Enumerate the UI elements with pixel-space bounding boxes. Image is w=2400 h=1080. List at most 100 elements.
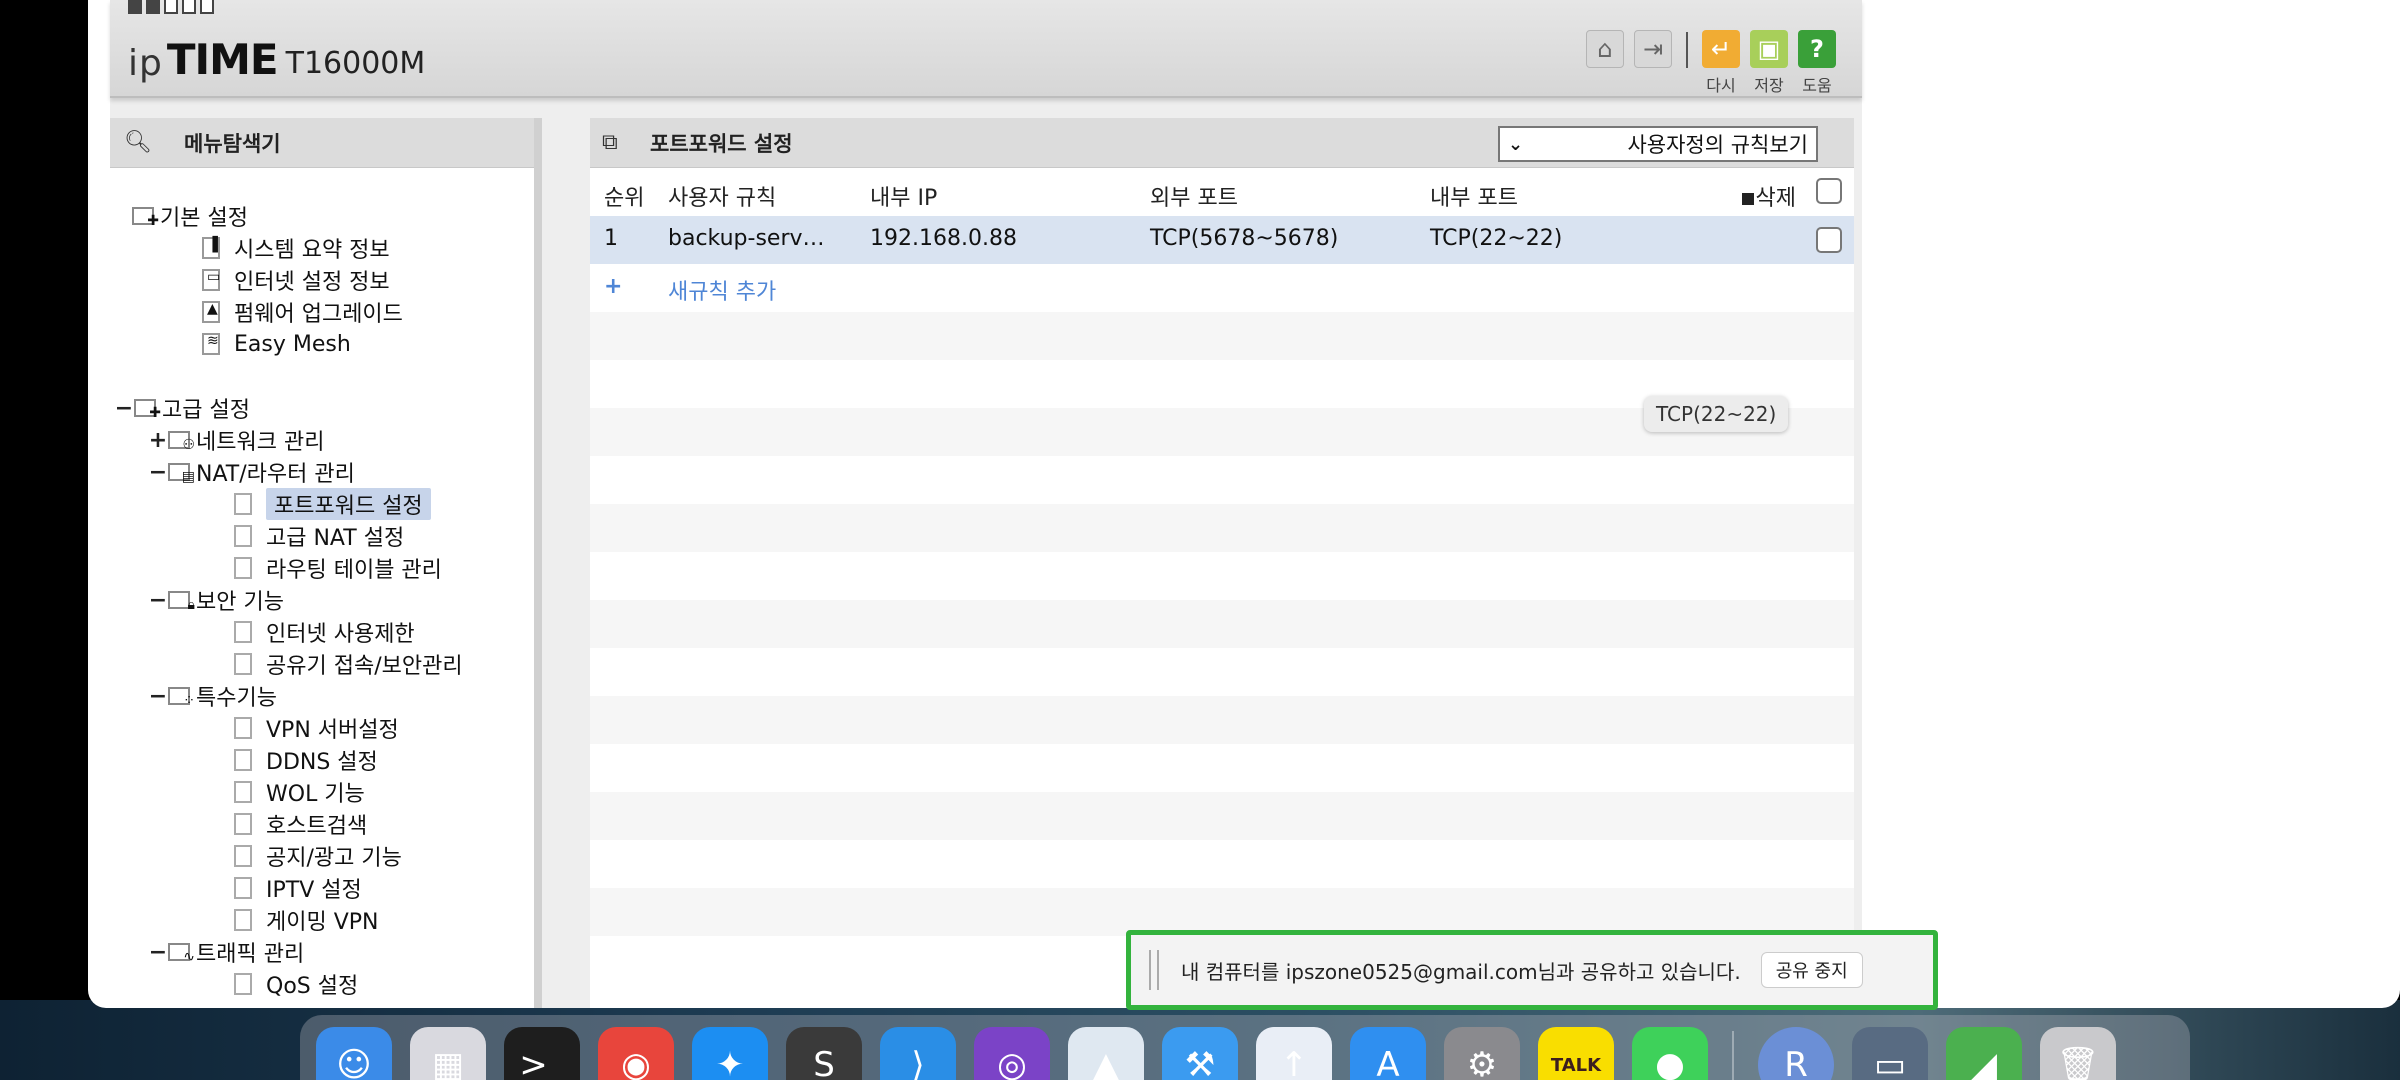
- tree-item-vpn-server[interactable]: VPN 서버설정: [234, 712, 399, 744]
- plus-icon: +: [604, 274, 623, 299]
- preview-icon[interactable]: ▲: [1068, 1027, 1144, 1080]
- tree-item-firmware-upgrade[interactable]: ▲ 펌웨어 업그레이드: [202, 296, 403, 328]
- logout-button[interactable]: ⇥: [1634, 30, 1672, 68]
- page-icon: [234, 525, 252, 547]
- tree-folder-traffic[interactable]: − ∿ 트래픽 관리: [148, 936, 304, 968]
- add-rule-row[interactable]: + 새규칙 추가: [590, 264, 1854, 312]
- reload-button[interactable]: ↵ 다시: [1702, 30, 1740, 96]
- xcode-icon[interactable]: ⚒: [1162, 1027, 1238, 1080]
- tree-item-iptv[interactable]: IPTV 설정: [234, 872, 362, 904]
- col-rule: 사용자 규칙: [668, 186, 777, 211]
- top-toolbar: ⌂ ⇥ ↵ 다시 ▣ 저장 ? 도움: [1586, 30, 1836, 96]
- system-settings-icon[interactable]: ⚙: [1444, 1027, 1520, 1080]
- help-button[interactable]: ? 도움: [1798, 30, 1836, 96]
- transporter-icon[interactable]: ↑: [1256, 1027, 1332, 1080]
- empty-row: [590, 792, 1854, 840]
- tree-label: 고급 설정: [162, 398, 250, 423]
- dock-separator: [1732, 1031, 1734, 1080]
- page-icon: [234, 781, 252, 803]
- tree-item-system-summary[interactable]: ▐ 시스템 요약 정보: [202, 232, 390, 264]
- reload-icon: ↵: [1702, 30, 1740, 68]
- home-button[interactable]: ⌂: [1586, 30, 1624, 68]
- finder-icon[interactable]: ☺: [316, 1027, 392, 1080]
- logo-ip: ip: [128, 43, 163, 84]
- trash-icon[interactable]: 🗑: [2040, 1027, 2116, 1080]
- safari-icon[interactable]: ✦: [692, 1027, 768, 1080]
- collapse-toggle[interactable]: −: [148, 460, 168, 485]
- page-icon: [234, 621, 252, 643]
- tree-item-internet-restriction[interactable]: 인터넷 사용제한: [234, 616, 415, 648]
- cell-internal-port: TCP(22~22): [1430, 226, 1563, 251]
- tree-folder-security[interactable]: − 🔒︎ 보안 기능: [148, 584, 284, 616]
- tree-item-routing-table[interactable]: 라우팅 테이블 관리: [234, 552, 442, 584]
- kakaotalk-icon[interactable]: TALK: [1538, 1027, 1614, 1080]
- chrome-icon[interactable]: ◉: [598, 1027, 674, 1080]
- row-delete-checkbox[interactable]: [1816, 227, 1842, 253]
- tree-label: 고급 NAT 설정: [266, 526, 405, 551]
- add-rule-link[interactable]: 새규칙 추가: [668, 274, 776, 306]
- router-folder-icon: ▤: [168, 463, 195, 485]
- tree-folder-special[interactable]: − ⁘ 특수기능: [148, 680, 277, 712]
- user-r-icon[interactable]: R: [1758, 1027, 1834, 1080]
- tree-item-internet-info[interactable]: ▭ 인터넷 설정 정보: [202, 264, 390, 296]
- save-label: 저장: [1754, 76, 1784, 95]
- menu-explorer-panel: 🔍︎ 메뉴탐색기 ✚ 기본 설정 ▐ 시스템 요약 정보 ▭ 인터넷 설정 정보: [110, 118, 542, 1008]
- sublime-icon[interactable]: S: [786, 1027, 862, 1080]
- cell-rank: 1: [604, 226, 618, 251]
- tree-folder-nat-router[interactable]: − ▤ NAT/라우터 관리: [148, 456, 355, 488]
- tree-label-selected: 포트포워드 설정: [266, 488, 431, 520]
- sharing-message: 내 컴퓨터를 ipszone0525@gmail.com님과 공유하고 있습니다…: [1181, 959, 1741, 984]
- tree-item-gaming-vpn[interactable]: 게이밍 VPN: [234, 904, 379, 936]
- tree-item-ddns[interactable]: DDNS 설정: [234, 744, 378, 776]
- drag-handle[interactable]: [1149, 950, 1159, 990]
- browser-window: ip TIME T16000M ⌂ ⇥ ↵ 다시 ▣ 저장 ? 도움 🔍︎ 메뉴…: [88, 0, 2400, 1008]
- empty-row: [590, 456, 1854, 504]
- collapse-toggle[interactable]: −: [148, 588, 168, 613]
- tree-label: 공유기 접속/보안관리: [266, 654, 463, 679]
- screen-sharing-icon[interactable]: ▭: [1852, 1027, 1928, 1080]
- tree-item-advanced-nat[interactable]: 고급 NAT 설정: [234, 520, 404, 552]
- home-icon: ⌂: [1586, 30, 1624, 68]
- tree-item-easy-mesh[interactable]: ≋ Easy Mesh: [202, 328, 351, 360]
- tree-label: DDNS 설정: [266, 750, 378, 775]
- port-tooltip: TCP(22~22): [1644, 396, 1789, 432]
- expand-toggle[interactable]: +: [148, 428, 168, 453]
- stop-sharing-button[interactable]: 공유 중지: [1760, 952, 1863, 988]
- terminal-icon[interactable]: >_: [504, 1027, 580, 1080]
- tree-label: 시스템 요약 정보: [234, 238, 390, 263]
- table-row[interactable]: 1 backup-serv… 192.168.0.88 TCP(5678~567…: [590, 216, 1854, 264]
- folder-icon: ✚: [132, 207, 159, 229]
- help-label: 도움: [1802, 76, 1832, 95]
- tree-item-portforward[interactable]: 포트포워드 설정: [234, 488, 431, 520]
- app-store-icon[interactable]: A: [1350, 1027, 1426, 1080]
- collapse-toggle[interactable]: −: [114, 396, 134, 421]
- folder-icon: ✚: [134, 399, 161, 421]
- tree-item-wol[interactable]: WOL 기능: [234, 776, 365, 808]
- page-icon: [234, 749, 252, 771]
- select-all-checkbox[interactable]: [1816, 178, 1842, 204]
- rule-view-select[interactable]: ⌄ 사용자정의 규칙보기: [1498, 126, 1818, 162]
- col-internal-ip: 내부 IP: [870, 186, 938, 211]
- tree-item-access-security[interactable]: 공유기 접속/보안관리: [234, 648, 463, 680]
- tree-folder-basic[interactable]: ✚ 기본 설정: [132, 200, 248, 232]
- tree-folder-advanced[interactable]: − ✚ 고급 설정: [114, 392, 250, 424]
- launchpad-icon[interactable]: ▦: [410, 1027, 486, 1080]
- android-studio-icon[interactable]: ◢: [1946, 1027, 2022, 1080]
- collapse-toggle[interactable]: −: [148, 684, 168, 709]
- empty-row: [590, 840, 1854, 888]
- tree-item-notice-ad[interactable]: 공지/광고 기능: [234, 840, 402, 872]
- collapse-toggle[interactable]: −: [148, 940, 168, 965]
- monitor-page-icon: ▭: [202, 269, 220, 291]
- tree-item-qos[interactable]: QoS 설정: [234, 968, 358, 1000]
- messages-icon[interactable]: ●: [1632, 1027, 1708, 1080]
- portforward-title: 포트포워드 설정: [650, 131, 793, 156]
- save-icon: ▣: [1750, 30, 1788, 68]
- tree-item-host-search[interactable]: 호스트검색: [234, 808, 367, 840]
- portforward-header: ⧉ 포트포워드 설정 ⌄ 사용자정의 규칙보기: [590, 118, 1854, 168]
- tree-folder-network[interactable]: + ⚇ 네트워크 관리: [148, 424, 325, 456]
- cell-external-port: TCP(5678~5678): [1150, 226, 1339, 251]
- empty-row: [590, 552, 1854, 600]
- github-desktop-icon[interactable]: ◎: [974, 1027, 1050, 1080]
- save-button[interactable]: ▣ 저장: [1750, 30, 1788, 96]
- vscode-icon[interactable]: ⟩: [880, 1027, 956, 1080]
